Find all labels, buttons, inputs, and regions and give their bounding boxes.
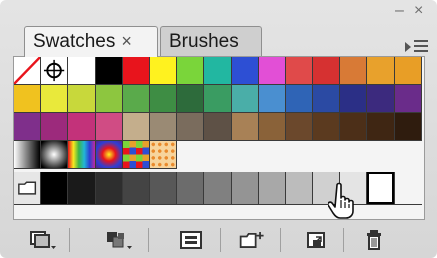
show-kinds-icon[interactable] [104,228,134,252]
color-swatch[interactable] [258,113,286,141]
color-swatch[interactable] [340,85,368,113]
color-swatch[interactable] [204,113,232,141]
color-swatch[interactable] [177,85,205,113]
empty-swatch-slot [204,141,232,169]
color-swatch[interactable] [285,85,314,113]
empty-swatch-slot [340,141,368,169]
color-swatch[interactable] [367,85,395,113]
color-swatch[interactable] [149,57,178,85]
gray-swatch-group [14,172,422,206]
gradient-radial-swatch[interactable] [41,141,69,169]
tab-swatches-label: Swatches [33,31,116,52]
tab-brushes-label: Brushes [169,31,239,52]
color-swatch[interactable] [258,57,286,85]
tab-brushes[interactable]: Brushes [160,26,262,56]
color-swatch[interactable] [122,85,150,113]
delete-swatch-icon[interactable] [360,228,390,252]
color-swatch[interactable] [14,85,42,113]
none-swatch[interactable] [13,56,42,85]
toolbar-divider [280,228,281,252]
toolbar-divider [69,228,70,252]
color-swatch[interactable] [177,57,205,85]
color-swatch[interactable] [340,113,368,141]
color-swatch[interactable] [41,113,69,141]
color-swatch[interactable] [68,85,96,113]
toolbar-divider [343,228,344,252]
color-swatch[interactable] [313,113,341,141]
color-swatch[interactable] [231,113,259,141]
toolbar-divider [148,228,149,252]
color-swatch[interactable] [313,85,341,113]
toolbar-divider [220,228,221,252]
color-swatch[interactable] [68,57,96,85]
empty-swatch-slot [367,141,395,169]
gradient-radial-color-swatch[interactable] [95,141,123,169]
empty-swatch-slot [285,141,314,169]
color-swatch[interactable] [340,57,368,85]
empty-swatch-slot [313,141,341,169]
color-swatch[interactable] [177,113,205,141]
empty-swatch-slot [258,141,286,169]
gradient-spectrum-swatch[interactable] [68,141,96,169]
color-swatch[interactable] [285,113,314,141]
swatch-options-icon[interactable] [176,228,206,252]
panel-title-bar[interactable]: – × [0,0,437,22]
swatch-list-padding [14,200,422,218]
minimize-button[interactable]: – [395,3,404,19]
color-swatch[interactable] [95,113,123,141]
new-color-group-icon[interactable] [238,228,268,252]
color-swatch[interactable] [95,85,123,113]
hand-pointer-cursor-icon [328,182,354,219]
swatch-libraries-icon[interactable] [28,228,58,252]
color-swatch[interactable] [313,57,341,85]
color-swatch[interactable] [95,57,123,85]
color-swatch[interactable] [204,85,232,113]
color-swatch[interactable] [231,85,259,113]
pattern-dots-swatch[interactable] [149,141,178,169]
panel-toolbar [0,220,437,258]
color-swatch[interactable] [204,57,232,85]
color-swatch[interactable] [231,57,259,85]
color-swatch[interactable] [367,113,395,141]
color-swatch[interactable] [394,85,422,113]
color-swatch[interactable] [149,113,178,141]
color-swatch[interactable] [367,57,395,85]
new-swatch-icon[interactable] [302,228,332,252]
color-swatch[interactable] [394,57,422,85]
pattern-squares-swatch[interactable] [122,141,150,169]
gradient-gray-swatch[interactable] [14,141,42,169]
close-panel-button[interactable]: × [414,3,423,19]
empty-swatch-slot [231,141,259,169]
color-swatch[interactable] [122,57,150,85]
color-swatch[interactable] [258,85,286,113]
tab-swatches[interactable]: Swatches × [24,26,158,57]
color-swatch[interactable] [149,85,178,113]
swatch-grid [13,56,422,169]
tab-close-icon[interactable]: × [121,31,132,51]
registration-swatch[interactable] [41,57,69,85]
color-swatch[interactable] [285,57,314,85]
color-swatch[interactable] [394,113,422,141]
empty-swatch-slot [177,141,205,169]
color-swatch[interactable] [68,113,96,141]
color-swatch[interactable] [41,85,69,113]
panel-menu-icon[interactable] [405,38,431,54]
color-swatch[interactable] [14,113,42,141]
empty-swatch-slot [394,141,422,169]
swatches-panel: – × Swatches × Brushes [0,0,437,258]
color-swatch[interactable] [122,113,150,141]
